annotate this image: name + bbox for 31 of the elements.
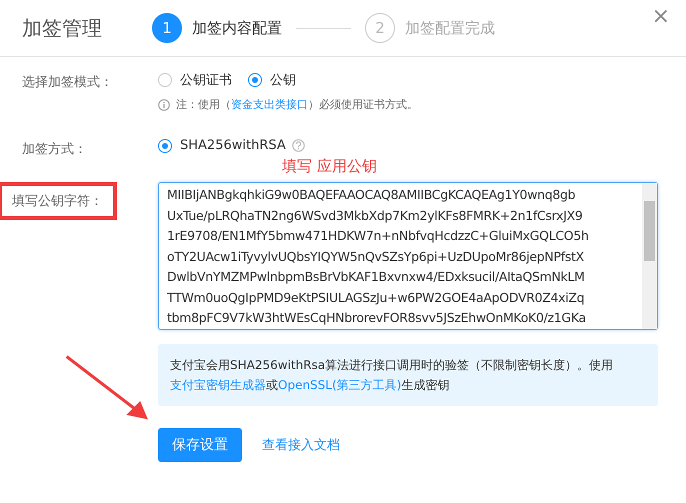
radio-option[interactable]: 公钥证书 — [158, 71, 232, 89]
step-label: 加签内容配置 — [192, 18, 282, 38]
step-number: 1 — [152, 13, 182, 43]
radio-option[interactable]: SHA256withRSA — [158, 138, 286, 153]
tool-link[interactable]: OpenSSL(第三方工具) — [278, 378, 402, 392]
close-button[interactable]: × — [648, 4, 674, 29]
step-number: 2 — [365, 13, 395, 43]
key-text-line: 1rE9708/EN1MfY5bmw471HDKW7n+nNbfvqHcdzzC+GluiMxGQLCO5h — [167, 227, 590, 245]
key-text-line: DwlbVnYMZMPwlnbpmBsBrVbKAF1Bxvnxw4/EDxksucil/AItaQSmNkLM — [167, 268, 586, 286]
key-text-line: UxTue/pLRQhaTN2ng6WSvd3MkbXdp7Km2ylKFs8FMRK+2n1fCsrxJX9 — [167, 206, 584, 225]
annotation-text: 填写 应用公钥 — [282, 157, 378, 176]
docs-link[interactable]: 查看接入文档 — [262, 436, 340, 454]
field-label: 选择加签模式： — [21, 74, 114, 92]
info-icon — [158, 98, 170, 110]
radio-option[interactable]: 公钥 — [248, 71, 296, 89]
interface-link[interactable]: 资金支出类接口 — [231, 98, 308, 111]
help-icon[interactable] — [292, 139, 305, 152]
dialog-title: 加签管理 — [22, 14, 103, 42]
scrollbar[interactable] — [642, 183, 657, 329]
note-text: 注：使用（资金支出类接口）必须使用证书方式。 — [176, 97, 418, 112]
key-text-line: tbm8pFC9V7kW3htWEsCqHNbrorevFOR8svv5JSzEhwOnMKoK0/z1GKa — [167, 309, 587, 327]
key-text-line: MIIBIjANBgkqhkiG9w0BAQEFAAOCAQ8AMIIBCgKCAQEAg1Y0wnq8gb — [167, 186, 576, 204]
tip-text: 支付宝会用SHA256withRsa算法进行接口调用时的验签（不限制密钥长度）。使用 支付宝密钥生成器或OpenSSL(第三方工具)生成密钥 — [170, 358, 614, 392]
tool-link[interactable]: 支付宝密钥生成器 — [170, 378, 266, 392]
key-textarea[interactable] — [158, 182, 658, 330]
save-button[interactable]: 保存设置 — [158, 428, 242, 462]
field-label: 填写公钥字符： — [0, 182, 117, 220]
key-text-line: oTY2UAcw1iTyvylvUQbsYIQYW5nQvSZsYp6pi+UzDUpoMr86jepNPfstX — [167, 248, 585, 266]
key-text-line: TTWm0uoQgIpPMD9eKtPSIULAGSzJu+w6PW2GOE4aApODVR0Z4xiZq — [167, 288, 586, 307]
step-label: 加签配置完成 — [405, 18, 495, 38]
field-label: 加签方式： — [21, 141, 88, 159]
